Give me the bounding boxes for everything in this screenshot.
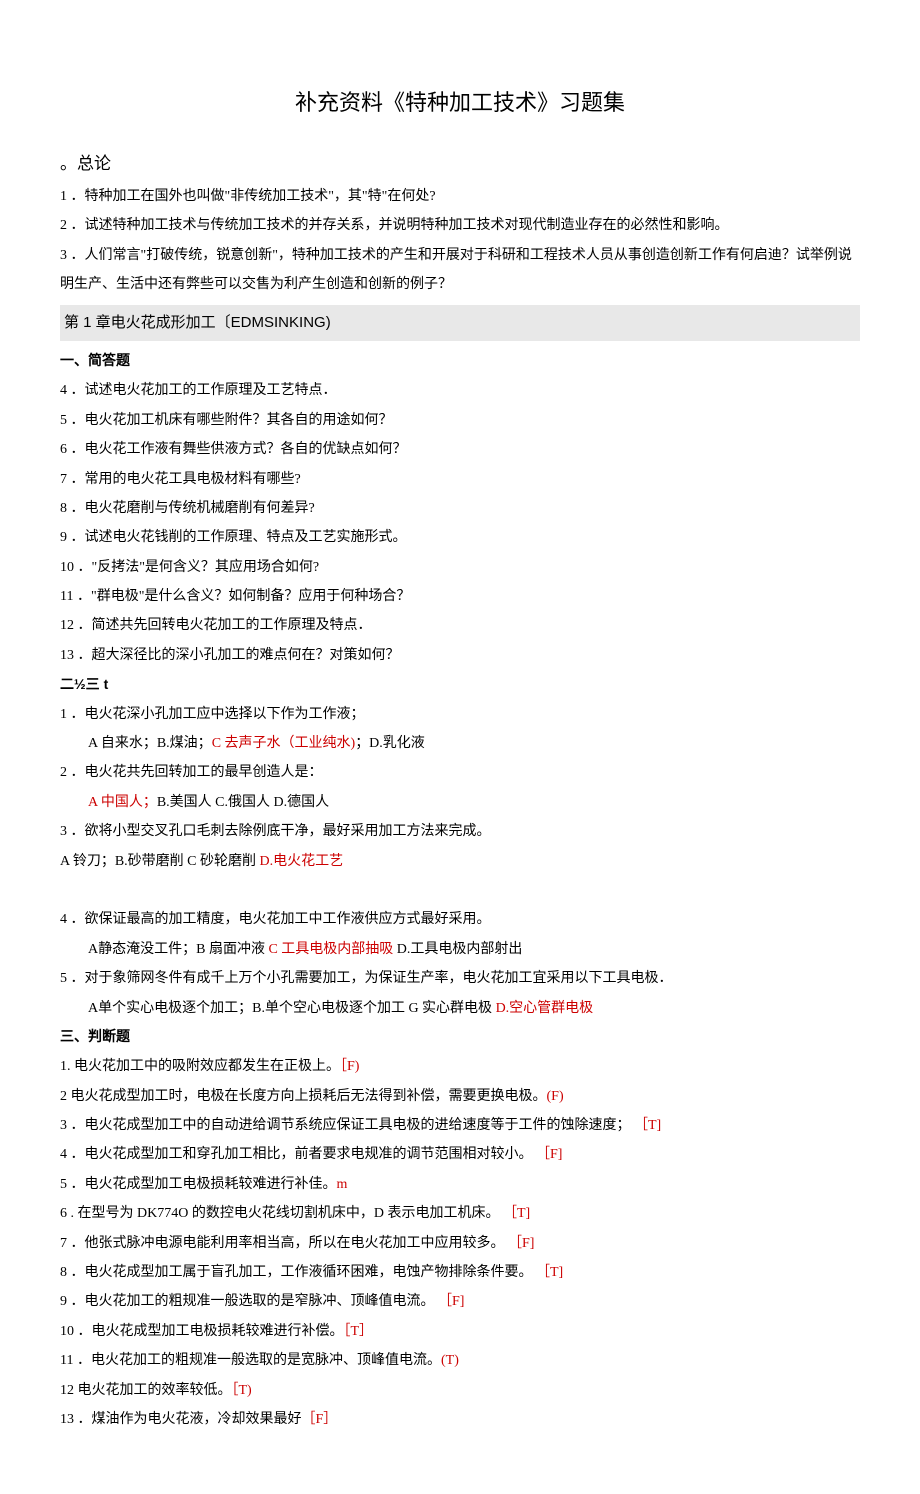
j2-text: 2 电火花成型加工时，电极在长度方向上损耗后无法得到补偿，需要更换电极。	[60, 1089, 547, 1104]
j1-answer: ［F)	[340, 1059, 359, 1074]
c3-opt-abc: A 铃刀；B.砂带磨削 C 砂轮磨削	[60, 854, 260, 869]
c1-options: A 自来水；B.煤油；C 去声子水（工业纯水)；D.乳化液	[60, 729, 860, 758]
j12: 12 电火花加工的效率较低。［T)	[60, 1376, 860, 1405]
j9: 9 ．电火花加工的粗规准一般选取的是窄脉冲、顶峰值电流。 ［F]	[60, 1287, 860, 1316]
c5-options: A单个实心电极逐个加工；B.单个空心电极逐个加工 G 实心群电极 D.空心管群电…	[60, 994, 860, 1023]
c4-answer: C 工具电极内部抽吸	[268, 942, 396, 957]
c2-stem: 2 ．电火花共先回转加工的最早创造人是：	[60, 758, 860, 787]
chapter-1-heading: 第 1 章电火花成形加工〔EDMSINKING)	[60, 305, 860, 341]
q13: 13 ．超大深径比的深小孔加工的难点何在？对策如何？	[60, 641, 860, 670]
j8-text: 8 ．电火花成型加工属于盲孔加工，工作液循环困难，电蚀产物排除条件要。	[60, 1265, 533, 1280]
j12-answer: ［T)	[232, 1383, 252, 1398]
q2: 2 ．试述特种加工技术与传统加工技术的并存关系，并说明特种加工技术对现代制造业存…	[60, 211, 860, 240]
c2-opt-rest: B.美国人 C.俄国人 D.德国人	[157, 795, 329, 810]
j7-answer: ［F]	[505, 1236, 535, 1251]
j10-text: 10 ．电火花成型加工电极损耗较难进行补偿。	[60, 1324, 344, 1339]
j10-answer: ［T］	[344, 1324, 374, 1339]
c4-opt-ab: A静态淹没工件；B 扇面冲液	[88, 942, 268, 957]
judge-heading: 三、判断题	[60, 1023, 860, 1052]
q8: 8 ．电火花磨削与传统机械磨削有何差异?	[60, 494, 860, 523]
c2-answer: A 中国人；	[88, 795, 157, 810]
c1-stem: 1 ．电火花深小孔加工应中选择以下作为工作液；	[60, 700, 860, 729]
c2-options: A 中国人；B.美国人 C.俄国人 D.德国人	[60, 788, 860, 817]
page-title: 补充资料《特种加工技术》习题集	[60, 80, 860, 126]
c1-opt-d: ；D.乳化液	[355, 736, 425, 751]
j8-answer: ［T]	[533, 1265, 564, 1280]
j8: 8 ．电火花成型加工属于盲孔加工，工作液循环困难，电蚀产物排除条件要。 ［T]	[60, 1258, 860, 1287]
j3: 3 ．电火花成型加工中的自动进给调节系统应保证工具电极的进给速度等于工件的蚀除速…	[60, 1111, 860, 1140]
q3: 3 ．人们常言"打破传统，锐意创新"，特种加工技术的产生和开展对于科研和工程技术…	[60, 241, 860, 300]
c4-stem: 4 ．欲保证最高的加工精度，电火花加工中工作液供应方式最好采用。	[60, 905, 860, 934]
j4: 4 ．电火花成型加工和穿孔加工相比，前者要求电规准的调节范围相对较小。 ［F]	[60, 1140, 860, 1169]
c3-options: A 铃刀；B.砂带磨削 C 砂轮磨削 D.电火花工艺	[60, 847, 860, 876]
j3-answer: ［T]	[631, 1118, 662, 1133]
q11: 11 ．"群电极"是什么含义？如何制备？应用于何种场合？	[60, 582, 860, 611]
j13-text: 13 ．煤油作为电火花液，冷却效果最好	[60, 1412, 302, 1427]
q4: 4 ．试述电火花加工的工作原理及工艺特点．	[60, 376, 860, 405]
choice-heading: 二½三 t	[60, 670, 860, 699]
short-answer-heading: 一、简答题	[60, 347, 860, 376]
j2: 2 电火花成型加工时，电极在长度方向上损耗后无法得到补偿，需要更换电极。(F)	[60, 1082, 860, 1111]
c5-stem: 5 ．对于象筛网冬件有成千上万个小孔需要加工，为保证生产率，电火花加工宜采用以下…	[60, 964, 860, 993]
q9: 9 ．试述电火花钱削的工作原理、特点及工艺实施形式。	[60, 523, 860, 552]
j6-text: 6 . 在型号为 DK774O 的数控电火花线切割机床中，D 表示电加工机床。	[60, 1206, 499, 1221]
c5-answer: D.空心管群电极	[496, 1001, 594, 1016]
q7: 7 ．常用的电火花工具电极材料有哪些?	[60, 465, 860, 494]
j1-text: 1. 电火花加工中的吸附效应都发生在正极上。	[60, 1059, 340, 1074]
c3-stem: 3 ．欲将小型交叉孔口毛刺去除例底干净，最好采用加工方法来完成。	[60, 817, 860, 846]
q6: 6 ．电火花工作液有舞些供液方式？各自的优缺点如何？	[60, 435, 860, 464]
j10: 10 ．电火花成型加工电极损耗较难进行补偿。［T］	[60, 1317, 860, 1346]
j11-text: 11 ．电火花加工的粗规准一般选取的是宽脉冲、顶峰值电流。	[60, 1353, 441, 1368]
c4-options: A静态淹没工件；B 扇面冲液 C 工具电极内部抽吸 D.工具电极内部射出	[60, 935, 860, 964]
c1-opt-ab: A 自来水；B.煤油；	[88, 736, 212, 751]
c5-opt-abc: A单个实心电极逐个加工；B.单个空心电极逐个加工 G 实心群电极	[88, 1001, 496, 1016]
j3-text: 3 ．电火花成型加工中的自动进给调节系统应保证工具电极的进给速度等于工件的蚀除速…	[60, 1118, 631, 1133]
c1-answer: C 去声子水（工业纯水)	[212, 736, 356, 751]
j12-text: 12 电火花加工的效率较低。	[60, 1383, 232, 1398]
j11-answer: (T)	[441, 1353, 459, 1368]
j9-text: 9 ．电火花加工的粗规准一般选取的是窄脉冲、顶峰值电流。	[60, 1294, 435, 1309]
q5: 5 ．电火花加工机床有哪些附件？其各自的用途如何？	[60, 406, 860, 435]
j5: 5 ．电火花成型加工电极损耗较难进行补佳。m	[60, 1170, 860, 1199]
q1: 1 ．特种加工在国外也叫做"非传统加工技术"，其"特"在何处?	[60, 182, 860, 211]
j7: 7 ．他张式脉冲电源电能利用率相当高，所以在电火花加工中应用较多。 ［F]	[60, 1229, 860, 1258]
j1: 1. 电火花加工中的吸附效应都发生在正极上。［F)	[60, 1052, 860, 1081]
j13-answer: ［F］	[302, 1412, 338, 1427]
section-intro: 。总论	[60, 146, 860, 182]
c4-opt-d: D.工具电极内部射出	[397, 942, 523, 957]
j11: 11 ．电火花加工的粗规准一般选取的是宽脉冲、顶峰值电流。(T)	[60, 1346, 860, 1375]
j13: 13 ．煤油作为电火花液，冷却效果最好［F］	[60, 1405, 860, 1434]
q12: 12 ．简述共先回转电火花加工的工作原理及特点．	[60, 611, 860, 640]
j6-answer: ［T]	[499, 1206, 530, 1221]
j7-text: 7 ．他张式脉冲电源电能利用率相当高，所以在电火花加工中应用较多。	[60, 1236, 505, 1251]
j4-answer: ［F]	[533, 1147, 563, 1162]
j9-answer: ［F]	[435, 1294, 465, 1309]
j4-text: 4 ．电火花成型加工和穿孔加工相比，前者要求电规准的调节范围相对较小。	[60, 1147, 533, 1162]
j5-answer: m	[337, 1177, 348, 1192]
j6: 6 . 在型号为 DK774O 的数控电火花线切割机床中，D 表示电加工机床。 …	[60, 1199, 860, 1228]
q10: 10 ．"反拷法"是何含义？其应用场合如何?	[60, 553, 860, 582]
j2-answer: (F)	[547, 1089, 564, 1104]
j5-text: 5 ．电火花成型加工电极损耗较难进行补佳。	[60, 1177, 337, 1192]
c3-answer: D.电火花工艺	[260, 854, 344, 869]
